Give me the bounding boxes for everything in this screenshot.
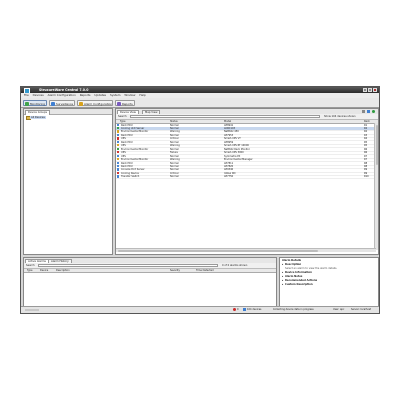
alarm-filter-label: Search — [26, 264, 35, 268]
device-type-icon — [117, 164, 120, 168]
device-type-icon — [117, 127, 120, 130]
alarm-details-hint: Select an alarm to view the alarm detail… — [285, 267, 338, 270]
device-type-icon — [117, 130, 120, 133]
alarm-search-input[interactable] — [38, 263, 218, 268]
alarm-detail-section[interactable]: Custom Description — [285, 283, 313, 286]
status-message: Collecting device data in progress — [273, 308, 314, 312]
device-search-input[interactable] — [130, 114, 320, 119]
device-status-icon — [243, 308, 246, 312]
alarm-configuration-label: Alarm Configuration — [84, 101, 113, 106]
device-type-icon — [117, 140, 120, 144]
device-table-vertical-scrollbar[interactable] — [374, 123, 378, 250]
status-alarm-count: 0 — [237, 308, 239, 312]
refresh-icon[interactable] — [367, 110, 370, 113]
device-type-icon — [117, 133, 120, 137]
column-alarm-description[interactable]: Description — [56, 269, 70, 272]
device-type-icon — [117, 137, 120, 140]
bell-icon — [79, 101, 83, 106]
column-alarm-type[interactable]: Type — [27, 269, 33, 272]
device-type-icon — [117, 154, 120, 157]
device-table-horizontal-scrollbar[interactable] — [116, 248, 376, 252]
status-device-count: 104 devices — [247, 308, 262, 312]
expand-triangle-icon[interactable]: ▸ — [282, 263, 283, 266]
monitoring-icon — [25, 101, 29, 106]
cell-model: AP7750 — [224, 175, 234, 179]
table-row[interactable]: Transfer Switch Normal AP7750 R10 — [116, 175, 378, 180]
device-groups-panel: Device Groups All Devices — [23, 108, 113, 255]
device-groups-header: Device Groups — [24, 109, 112, 115]
horizontal-scroll-thumb[interactable] — [118, 249, 318, 252]
device-type-icon — [117, 161, 120, 164]
alarm-detail-section[interactable]: Description — [285, 263, 301, 266]
column-alarm-device[interactable]: Device — [40, 269, 48, 272]
device-type-icon — [117, 144, 120, 147]
device-type-icon — [117, 123, 120, 126]
reports-label: Reports — [122, 101, 133, 106]
settings-icon[interactable] — [362, 110, 365, 113]
alarm-status-icon — [233, 308, 236, 312]
column-alarm-severity[interactable]: Severity — [170, 269, 180, 272]
device-type-icon — [117, 147, 120, 150]
alarm-detail-section[interactable]: Alarm Notes — [285, 275, 302, 278]
tree-root-label: All Devices — [30, 115, 46, 119]
column-alarm-time[interactable]: Time Detected — [196, 269, 214, 272]
cell-status: Normal — [170, 175, 179, 179]
expand-triangle-icon[interactable]: ▸ — [282, 275, 283, 278]
device-table: Type Status Model Rack Rack PDU Normal AP8… — [116, 119, 378, 250]
alarm-detail-section[interactable]: Recommended Actions — [285, 279, 317, 282]
alarms-panel: Active Alarms Alarm History Search 0 of … — [23, 257, 277, 308]
expand-triangle-icon[interactable]: ▸ — [282, 279, 283, 282]
device-count-text: Show 104 devices shown — [324, 115, 356, 119]
tab-device-groups[interactable]: Device Groups — [25, 109, 50, 115]
device-type-icon — [117, 175, 120, 178]
cell-rack: R10 — [364, 175, 369, 179]
reports-button[interactable]: Reports — [115, 99, 135, 106]
device-view-panel: Device View Map View Search Show 104 dev… — [115, 108, 379, 255]
expand-triangle-icon[interactable]: ▸ — [282, 271, 283, 274]
surveillance-label: Surveillance — [56, 101, 74, 106]
minimize-icon[interactable] — [363, 88, 367, 92]
alarm-details-title: Alarm Details — [282, 259, 302, 262]
monitoring-button[interactable]: Monitoring — [23, 99, 47, 106]
status-user: User: apc — [333, 308, 345, 312]
report-icon — [117, 101, 121, 106]
camera-icon — [51, 101, 55, 106]
application-window: StruxureWare Central 7.0.0 File Devices … — [20, 86, 380, 314]
cell-type: Transfer Switch — [121, 175, 140, 179]
alarm-details-panel: Alarm Details ▸ Description ▸ Device Inform… — [279, 257, 379, 308]
alarm-detail-section[interactable]: Device Information — [285, 271, 312, 274]
alarm-count-text: 0 of 0 alarms shown — [222, 264, 248, 268]
add-device-icon[interactable] — [372, 110, 375, 113]
toolbar: Monitoring Surveillance Alarm Configurat… — [21, 98, 379, 108]
window-title: StruxureWare Central 7.0.0 — [39, 88, 89, 92]
status-server: Server: localhost — [351, 308, 372, 312]
vertical-scroll-thumb[interactable] — [375, 125, 378, 165]
status-bar: 0 104 devices Collecting device data in … — [21, 306, 379, 313]
device-type-icon — [117, 158, 120, 161]
close-icon[interactable] — [373, 88, 377, 92]
device-filter-label: Search — [118, 115, 127, 119]
alarm-configuration-button[interactable]: Alarm Configuration — [77, 99, 113, 106]
surveillance-button[interactable]: Surveillance — [49, 99, 75, 106]
status-progress — [25, 308, 39, 312]
device-type-icon — [117, 171, 120, 175]
maximize-icon[interactable] — [368, 88, 372, 92]
monitoring-label: Monitoring — [30, 101, 45, 106]
expand-triangle-icon[interactable]: ▸ — [282, 283, 283, 286]
alarm-table-header: Type Device Description Severity Time De… — [24, 268, 276, 274]
device-type-icon — [117, 168, 120, 171]
device-type-icon — [117, 151, 120, 154]
